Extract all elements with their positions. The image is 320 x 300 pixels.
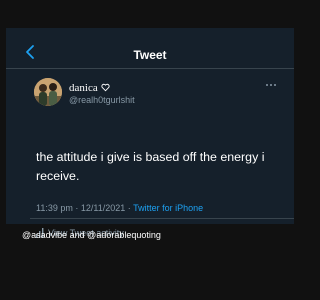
nav-bar: Tweet: [6, 28, 294, 68]
display-name-text: danica: [69, 82, 98, 94]
tweet-source-link[interactable]: Twitter for iPhone: [133, 203, 203, 213]
meta-separator: ·: [75, 203, 79, 213]
page-title: Tweet: [133, 48, 167, 62]
more-dots-icon[interactable]: [265, 83, 277, 87]
meta-separator: ·: [127, 203, 131, 213]
tweet-time: 11:39 pm: [36, 203, 73, 213]
tweet-date: 12/11/2021: [80, 203, 126, 213]
tweet-text: the attitude i give is based off the ene…: [36, 150, 265, 183]
header-divider: [6, 68, 294, 69]
tweet-card: Tweet danica @realh0tgurlshit the attitu…: [6, 28, 294, 238]
avatar-photo: [34, 78, 62, 106]
avatar[interactable]: [34, 78, 62, 106]
activity-divider: [30, 218, 294, 219]
tweet-meta: 11:39 pm · 12/11/2021 · Twitter for iPho…: [36, 203, 203, 214]
user-handle[interactable]: @realh0tgurlshit: [69, 95, 135, 106]
credit-caption: @asadvibe and @adorablequoting: [22, 230, 161, 240]
page: Tweet danica @realh0tgurlshit the attitu…: [0, 0, 300, 300]
heart-outline-icon: [101, 83, 110, 92]
display-name[interactable]: danica: [69, 82, 110, 94]
